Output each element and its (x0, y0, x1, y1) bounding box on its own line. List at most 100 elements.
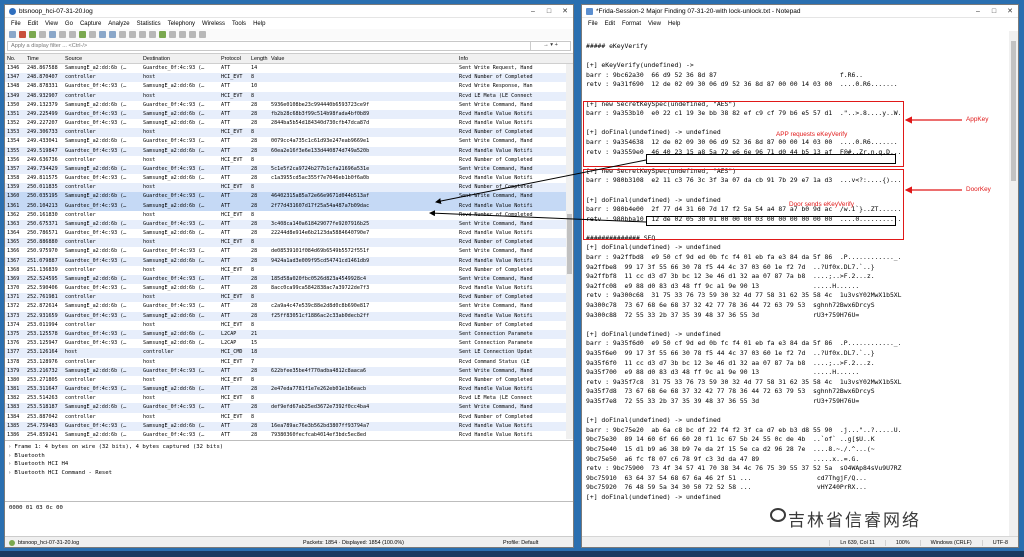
scrollbar-thumb[interactable] (1011, 41, 1016, 181)
wireshark-menu-view[interactable]: View (45, 21, 58, 27)
restart-capture-icon[interactable] (29, 31, 36, 38)
packet-bytes-pane[interactable]: 0000 01 03 0c 00 (5, 501, 573, 535)
maximize-icon[interactable]: □ (986, 8, 1002, 15)
wireshark-menu-analyze[interactable]: Analyze (108, 21, 129, 27)
go-to-packet-icon[interactable] (119, 31, 126, 38)
table-row[interactable]: 1359 250.011835 controller host HCI_EVT 8 Rcvd… (5, 183, 573, 193)
wireshark-menu-help[interactable]: Help (253, 21, 265, 27)
expand-arrow-icon[interactable]: › (8, 470, 11, 476)
table-row[interactable]: 1360 250.035195 SamsungE_a2:dd:6b (… Guardt… (5, 192, 573, 202)
zoom-in-icon[interactable] (169, 31, 176, 38)
table-row[interactable]: 1376 253.125947 Guardtec_0f:4c:93 (… Samsun… (5, 339, 573, 348)
notepad-menu-help[interactable]: Help (668, 21, 680, 27)
table-row[interactable]: 1375 253.125578 Guardtec_0f:4c:93 (… Samsun… (5, 329, 573, 340)
table-row[interactable]: 1385 254.759483 Guardtec_0f:4c:93 (… Samsun… (5, 421, 573, 431)
close-icon[interactable]: ✕ (1002, 7, 1018, 15)
expand-arrow-icon[interactable]: › (8, 453, 11, 459)
maximize-icon[interactable]: □ (541, 8, 557, 15)
start-capture-icon[interactable] (9, 31, 16, 38)
go-forward-icon[interactable] (109, 31, 116, 38)
table-row[interactable]: 1382 253.514263 controller host HCI_EVT 8 Rcvd… (5, 394, 573, 403)
table-row[interactable]: 1351 249.225499 Guardtec_0f:4c:93 (… Samsun… (5, 109, 573, 120)
scrollbar-thumb[interactable] (567, 214, 572, 274)
save-file-icon[interactable] (59, 31, 66, 38)
wireshark-menu-wireless[interactable]: Wireless (202, 21, 225, 27)
table-row[interactable]: 1346 248.867588 SamsungE_a2:dd:6b (… Guardt… (5, 64, 573, 73)
expand-arrow-icon[interactable]: › (8, 461, 11, 467)
table-row[interactable]: 1347 248.870407 controller host HCI_EVT 8 Rcvd… (5, 73, 573, 83)
table-row[interactable]: 1362 250.161830 controller host HCI_EVT 8 Rcvd… (5, 211, 573, 220)
detail-tree-item[interactable]: › Bluetooth HCI Command - Reset (8, 469, 570, 478)
close-icon[interactable]: ✕ (557, 7, 573, 15)
table-row[interactable]: 1386 254.859241 SamsungE_a2:dd:6b (… Guardt… (5, 431, 573, 439)
column-header-length[interactable]: Length (249, 54, 269, 63)
table-row[interactable]: 1384 253.887042 controller host HCI_EVT 8 Rcvd… (5, 413, 573, 422)
display-filter-input[interactable]: Apply a display filter ... <Ctrl-/> → ▾ … (7, 41, 571, 51)
wireshark-menu-capture[interactable]: Capture (80, 21, 101, 27)
table-row[interactable]: 1371 252.761981 controller host HCI_EVT 8 Rcvd… (5, 293, 573, 303)
options-icon[interactable] (39, 31, 46, 38)
table-row[interactable]: 1383 253.518187 SamsungE_a2:dd:6b (… Guardt… (5, 403, 573, 413)
column-header-protocol[interactable]: Protocol (219, 54, 249, 63)
table-row[interactable]: 1366 250.975970 SamsungE_a2:dd:6b (… Guardt… (5, 247, 573, 256)
minimize-icon[interactable]: – (525, 8, 541, 15)
column-header-info[interactable]: Info (457, 54, 573, 63)
close-file-icon[interactable] (69, 31, 76, 38)
packet-list[interactable]: No. Time Source Destination Protocol Length Va… (5, 53, 573, 439)
wireshark-menu-tools[interactable]: Tools (232, 21, 246, 27)
table-row[interactable]: 1380 253.271805 controller host HCI_EVT 8 Rcvd… (5, 376, 573, 385)
table-row[interactable]: 1352 249.227207 Guardtec_0f:4c:93 (… Samsun… (5, 119, 573, 128)
table-row[interactable]: 1364 250.786571 Guardtec_0f:4c:93 (… Samsun… (5, 229, 573, 238)
table-row[interactable]: 1361 250.104213 Guardtec_0f:4c:93 (… Samsun… (5, 201, 573, 211)
table-row[interactable]: 1367 251.079887 Guardtec_0f:4c:93 (… Samsun… (5, 256, 573, 266)
table-row[interactable]: 1355 249.519847 Guardtec_0f:4c:93 (… Samsun… (5, 146, 573, 156)
table-row[interactable]: 1379 253.216732 SamsungE_a2:dd:6b (… Guardt… (5, 366, 573, 376)
table-row[interactable]: 1363 250.675371 SamsungE_a2:dd:6b (… Guardt… (5, 219, 573, 230)
column-header-value[interactable]: Value (269, 54, 457, 63)
wireshark-menu-statistics[interactable]: Statistics (137, 21, 161, 27)
detail-tree-item[interactable]: › Bluetooth HCI H4 (8, 460, 570, 469)
zoom-out-icon[interactable] (179, 31, 186, 38)
stop-capture-icon[interactable] (19, 31, 26, 38)
column-header-destination[interactable]: Destination (141, 54, 219, 63)
table-row[interactable]: 1349 248.932907 controller host HCI_EVT 8 Rcvd… (5, 91, 573, 101)
status-profile[interactable]: Profile: Default (503, 540, 573, 546)
colorize-icon[interactable] (159, 31, 166, 38)
notepad-menu-edit[interactable]: Edit (605, 21, 615, 27)
detail-tree-item[interactable]: › Bluetooth (8, 452, 570, 461)
table-row[interactable]: 1372 252.872614 SamsungE_a2:dd:6b (… Guardt… (5, 302, 573, 311)
table-row[interactable]: 1354 249.433041 SamsungE_a2:dd:6b (… Guardt… (5, 137, 573, 146)
table-row[interactable]: 1373 252.931659 Guardtec_0f:4c:93 (… Samsun… (5, 311, 573, 321)
filter-apply-button[interactable]: → ▾ + (530, 42, 570, 50)
normal-size-icon[interactable] (189, 31, 196, 38)
resize-columns-icon[interactable] (199, 31, 206, 38)
notepad-scrollbar[interactable] (1009, 31, 1018, 537)
column-header-no[interactable]: No. (5, 54, 25, 63)
column-header-source[interactable]: Source (63, 54, 141, 63)
table-row[interactable]: 1358 249.811575 Guardtec_0f:4c:93 (… Samsun… (5, 174, 573, 183)
minimize-icon[interactable]: – (970, 8, 986, 15)
table-row[interactable]: 1370 252.590406 Guardtec_0f:4c:93 (… Samsun… (5, 284, 573, 293)
table-row[interactable]: 1357 249.734429 SamsungE_a2:dd:6b (… Guardt… (5, 164, 573, 175)
table-row[interactable]: 1348 248.878331 Guardtec_0f:4c:93 (… Samsun… (5, 82, 573, 91)
go-back-icon[interactable] (99, 31, 106, 38)
open-file-icon[interactable] (49, 31, 56, 38)
table-row[interactable]: 1381 253.311647 Guardtec_0f:4c:93 (… Samsun… (5, 385, 573, 395)
wireshark-menu-go[interactable]: Go (65, 21, 73, 27)
wireshark-menu-file[interactable]: File (11, 21, 21, 27)
expand-arrow-icon[interactable]: › (8, 444, 11, 450)
wireshark-menu-telephony[interactable]: Telephony (168, 21, 195, 27)
first-packet-icon[interactable] (129, 31, 136, 38)
packet-list-scrollbar[interactable] (566, 64, 573, 439)
notepad-menu-format[interactable]: Format (622, 21, 641, 27)
table-row[interactable]: 1353 249.306733 controller host HCI_EVT 8 Rcvd… (5, 128, 573, 138)
autoscroll-icon[interactable] (149, 31, 156, 38)
column-header-time[interactable]: Time (25, 54, 63, 63)
table-row[interactable]: 1365 250.886880 controller host HCI_EVT 8 Rcvd… (5, 238, 573, 248)
detail-tree-item[interactable]: › Frame 1: 4 bytes on wire (32 bits), 4 b… (8, 443, 570, 452)
table-row[interactable]: 1356 249.636736 controller host HCI_EVT 8 Rcvd… (5, 156, 573, 165)
last-packet-icon[interactable] (139, 31, 146, 38)
reload-icon[interactable] (79, 31, 86, 38)
find-packet-icon[interactable] (89, 31, 96, 38)
packet-details-pane[interactable]: › Frame 1: 4 bytes on wire (32 bits), 4 b… (5, 440, 573, 500)
